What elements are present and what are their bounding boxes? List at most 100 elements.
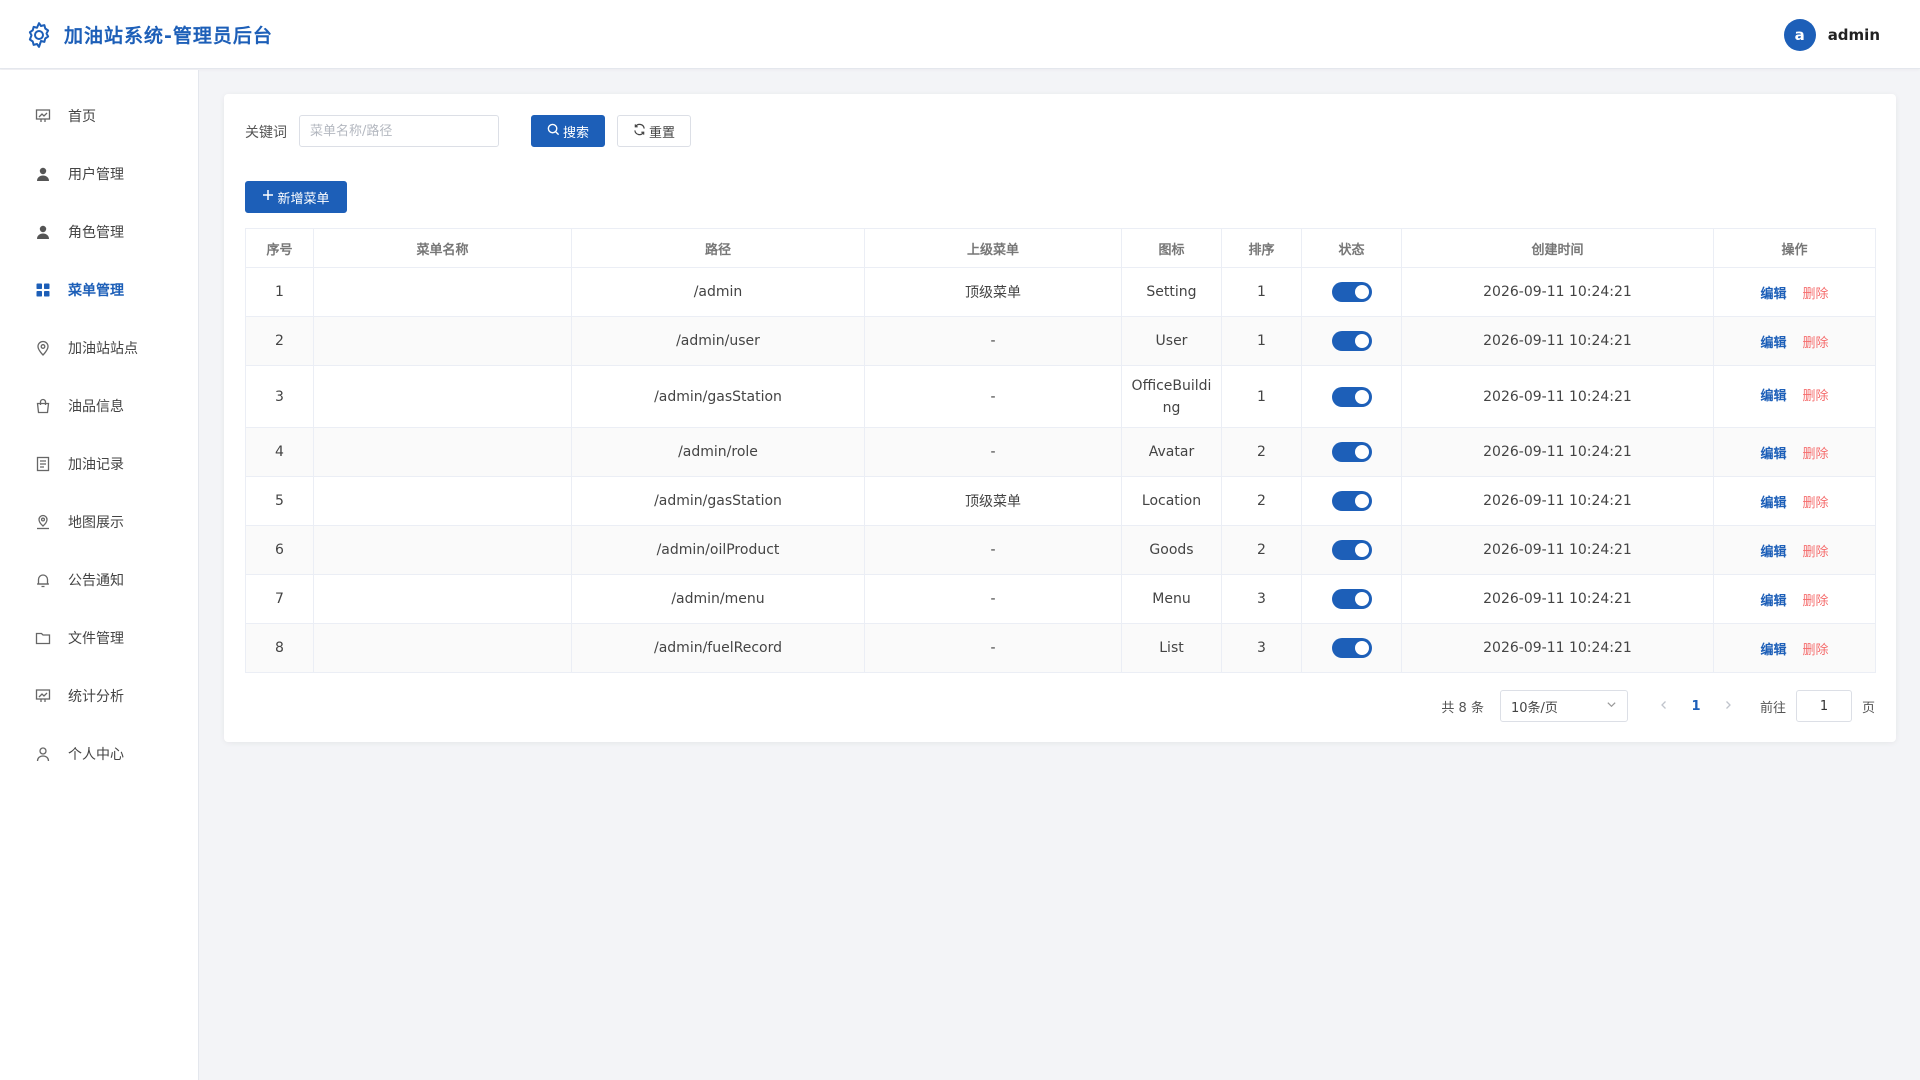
- delete-link[interactable]: 删除: [1803, 389, 1829, 404]
- sidebar-item-files[interactable]: 文件管理: [0, 609, 199, 667]
- cell-name: [313, 623, 572, 673]
- map-location-icon: [34, 513, 52, 531]
- search-button-label: 搜索: [562, 125, 589, 141]
- cell-created: 2026-09-11 10:24:21: [1401, 476, 1714, 526]
- cell-parent: 顶级菜单: [864, 267, 1122, 317]
- keyword-input[interactable]: [299, 115, 499, 147]
- folder-icon: [34, 629, 52, 647]
- sidebar-item-oil-products[interactable]: 油品信息: [0, 377, 199, 435]
- sidebar-item-statistics[interactable]: 统计分析: [0, 667, 199, 725]
- sidebar-item-menus[interactable]: 菜单管理: [0, 261, 199, 319]
- page-number[interactable]: 1: [1678, 699, 1714, 714]
- edit-link[interactable]: 编辑: [1760, 545, 1786, 560]
- edit-link[interactable]: 编辑: [1760, 496, 1786, 511]
- status-toggle[interactable]: [1331, 282, 1372, 302]
- column-header: 操作: [1713, 228, 1876, 268]
- edit-link[interactable]: 编辑: [1760, 389, 1786, 404]
- status-toggle[interactable]: [1331, 386, 1372, 407]
- delete-link[interactable]: 删除: [1803, 287, 1829, 302]
- table-row: 3 /admin/gasStation - OfficeBuilding 1 2…: [245, 365, 1876, 428]
- edit-link[interactable]: 编辑: [1760, 336, 1786, 351]
- cell-icon-name: Goods: [1121, 525, 1222, 575]
- edit-link[interactable]: 编辑: [1760, 594, 1786, 609]
- cell-created: 2026-09-11 10:24:21: [1401, 267, 1714, 317]
- table-row: 5 /admin/gasStation 顶级菜单 Location 2 2026…: [245, 476, 1876, 526]
- edit-link[interactable]: 编辑: [1760, 447, 1786, 462]
- top-header: 加油站系统-管理员后台 a admin: [0, 0, 1920, 69]
- cell-sort: 1: [1221, 316, 1302, 366]
- chevron-down-icon: [1606, 699, 1617, 714]
- delete-link[interactable]: 删除: [1803, 336, 1829, 351]
- cell-parent: -: [864, 316, 1122, 366]
- cell-icon-name: Setting: [1121, 267, 1222, 317]
- table-row: 1 /admin 顶级菜单 Setting 1 2026-09-11 10:24…: [245, 267, 1876, 317]
- cell-name: [313, 427, 572, 477]
- page-size-value: 10条/页: [1510, 700, 1558, 716]
- cell-path: /admin/user: [571, 316, 865, 366]
- sidebar-item-stations[interactable]: 加油站站点: [0, 319, 199, 377]
- delete-link[interactable]: 删除: [1803, 496, 1829, 511]
- status-toggle[interactable]: [1331, 491, 1372, 511]
- cell-name: [313, 525, 572, 575]
- sidebar-item-label: 统计分析: [68, 689, 124, 705]
- cell-icon-name: Menu: [1121, 574, 1222, 624]
- user-menu[interactable]: a admin: [1783, 18, 1880, 52]
- cell-sort: 2: [1221, 427, 1302, 477]
- search-button[interactable]: 搜索: [531, 115, 605, 147]
- column-header: 创建时间: [1401, 228, 1714, 268]
- add-menu-button-label: 新增菜单: [277, 191, 330, 207]
- cell-sort: 3: [1221, 574, 1302, 624]
- sidebar-item-roles[interactable]: 角色管理: [0, 203, 199, 261]
- sidebar-item-label: 菜单管理: [68, 283, 124, 299]
- delete-link[interactable]: 删除: [1803, 447, 1829, 462]
- cell-created: 2026-09-11 10:24:21: [1401, 427, 1714, 477]
- sidebar-item-fuel-records[interactable]: 加油记录: [0, 435, 199, 493]
- sidebar-item-home[interactable]: 首页: [0, 87, 199, 145]
- cell-name: [313, 316, 572, 366]
- chevron-left-icon: [1661, 700, 1666, 709]
- status-toggle[interactable]: [1331, 442, 1372, 462]
- table-header-row: 序号 菜单名称 路径 上级菜单 图标 排序 状态 创建时间 操作: [245, 228, 1876, 268]
- sidebar-item-map[interactable]: 地图展示: [0, 493, 199, 551]
- sidebar-item-label: 文件管理: [68, 631, 124, 647]
- delete-link[interactable]: 删除: [1803, 594, 1829, 609]
- status-toggle[interactable]: [1331, 589, 1372, 609]
- cell-icon-name: OfficeBuilding: [1121, 365, 1222, 428]
- status-toggle[interactable]: [1331, 638, 1372, 658]
- sidebar-item-label: 加油记录: [68, 457, 124, 473]
- edit-link[interactable]: 编辑: [1760, 287, 1786, 302]
- cell-created: 2026-09-11 10:24:21: [1401, 574, 1714, 624]
- cell-index: 7: [245, 574, 314, 624]
- list-icon: [34, 455, 52, 473]
- sidebar-item-profile[interactable]: 个人中心: [0, 725, 199, 783]
- cell-created: 2026-09-11 10:24:21: [1401, 316, 1714, 366]
- gear-icon: [24, 20, 54, 50]
- status-toggle[interactable]: [1331, 540, 1372, 560]
- reset-button[interactable]: 重置: [617, 115, 691, 147]
- sidebar-item-users[interactable]: 用户管理: [0, 145, 199, 203]
- goto-page-input[interactable]: [1795, 690, 1852, 722]
- next-page-button[interactable]: [1714, 699, 1742, 714]
- cell-sort: 2: [1221, 476, 1302, 526]
- delete-link[interactable]: 删除: [1803, 643, 1829, 658]
- table-row: 8 /admin/fuelRecord - List 3 2026-09-11 …: [245, 623, 1876, 673]
- cell-icon-name: Avatar: [1121, 427, 1222, 477]
- sidebar-item-notices[interactable]: 公告通知: [0, 551, 199, 609]
- status-toggle[interactable]: [1331, 331, 1372, 351]
- edit-link[interactable]: 编辑: [1760, 643, 1786, 658]
- column-header: 排序: [1221, 228, 1302, 268]
- goods-bag-icon: [34, 397, 52, 415]
- page-size-select[interactable]: 10条/页: [1499, 690, 1628, 722]
- sidebar-item-label: 地图展示: [68, 515, 124, 531]
- delete-link[interactable]: 删除: [1803, 545, 1829, 560]
- add-menu-button[interactable]: 新增菜单: [245, 181, 347, 213]
- prev-page-button[interactable]: [1650, 699, 1678, 714]
- username[interactable]: admin: [1828, 26, 1880, 44]
- table-row: 4 /admin/role - Avatar 2 2026-09-11 10:2…: [245, 427, 1876, 477]
- cell-created: 2026-09-11 10:24:21: [1401, 365, 1714, 428]
- column-header: 图标: [1121, 228, 1222, 268]
- user-outline-icon: [34, 745, 52, 763]
- avatar[interactable]: a: [1783, 19, 1816, 51]
- bell-icon: [34, 571, 52, 589]
- cell-parent: -: [864, 623, 1122, 673]
